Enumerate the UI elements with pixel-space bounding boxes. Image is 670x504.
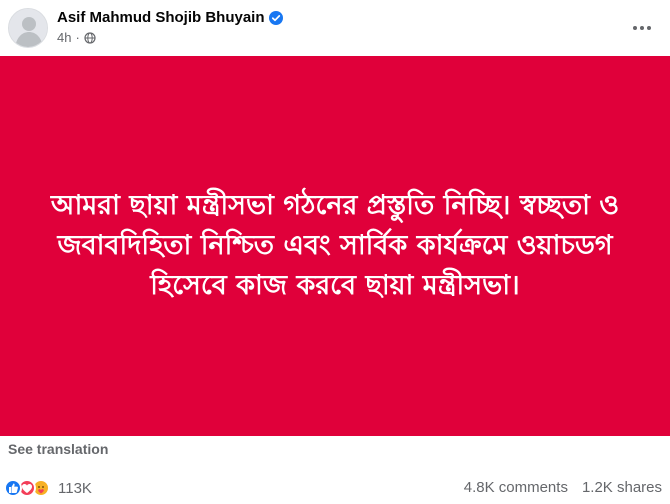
more-options-icon — [647, 26, 651, 30]
see-translation-link[interactable]: See translation — [8, 441, 108, 457]
post-image-text: আমরা ছায়া মন্ত্রীসভা গঠনের প্রস্তুতি নি… — [50, 190, 620, 301]
engagement-bar: 113K 4.8K comments 1.2K shares — [0, 468, 670, 504]
more-options-icon — [640, 26, 644, 30]
shares-count[interactable]: 1.2K shares — [582, 479, 662, 496]
default-avatar-icon — [9, 9, 47, 47]
author-name[interactable]: Asif Mahmud Shojib Bhuyain — [57, 9, 265, 26]
more-options-button[interactable] — [628, 14, 656, 42]
globe-icon[interactable] — [84, 31, 96, 44]
reactions-summary[interactable]: 113K — [4, 479, 92, 497]
comments-count[interactable]: 4.8K comments — [464, 479, 568, 496]
post-timestamp[interactable]: 4h — [57, 30, 71, 45]
post-meta: 4h · — [57, 30, 96, 45]
more-options-icon — [633, 26, 637, 30]
like-icon — [4, 479, 22, 497]
post-header: Asif Mahmud Shojib Bhuyain 4h · — [0, 0, 670, 56]
engagement-stats: 4.8K comments 1.2K shares — [464, 479, 662, 496]
verified-badge-icon — [268, 10, 283, 25]
author-line: Asif Mahmud Shojib Bhuyain — [57, 9, 283, 26]
post-text-image[interactable]: আমরা ছায়া মন্ত্রীসভা গঠনের প্রস্তুতি নি… — [0, 56, 670, 436]
meta-separator: · — [75, 30, 80, 45]
avatar[interactable] — [8, 8, 48, 48]
reaction-count[interactable]: 113K — [58, 480, 92, 497]
